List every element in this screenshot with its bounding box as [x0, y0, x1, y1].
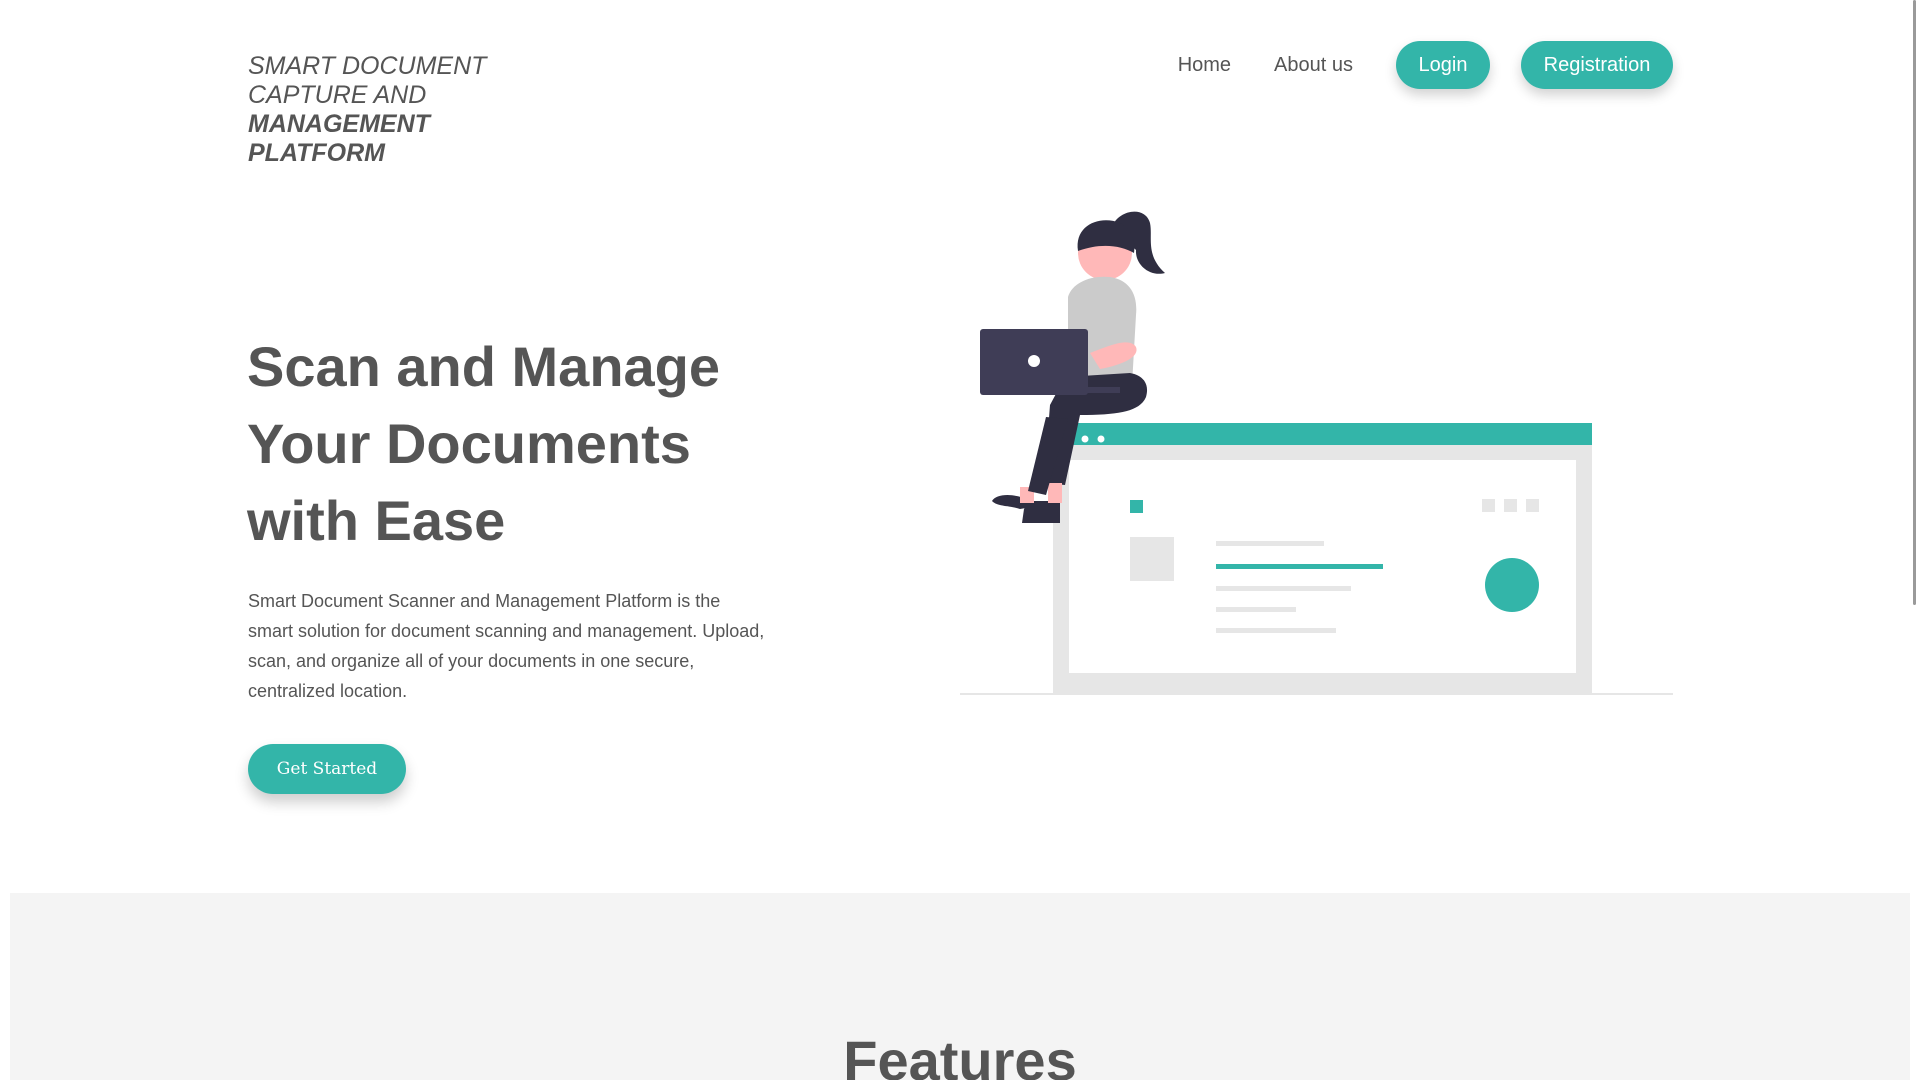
browser-window-graphic [1053, 423, 1592, 694]
nav-about-link[interactable]: About us [1274, 54, 1353, 77]
scrollbar-thumb[interactable] [1913, 0, 1916, 605]
landing-page: SMART DOCUMENT CAPTURE AND MANAGEMENT PL… [0, 0, 1920, 1080]
brand-line-3: MANAGEMENT [248, 110, 430, 138]
hero-illustration [960, 211, 1673, 695]
hero-title: Scan and Manage Your Documents with Ease [247, 328, 807, 559]
nav-home-link[interactable]: Home [1178, 54, 1231, 77]
features-title: Features [843, 1029, 1077, 1080]
brand-line-4: PLATFORM [248, 139, 386, 167]
brand-line-2: CAPTURE AND [248, 81, 427, 109]
features-section: Features [10, 893, 1910, 1080]
top-nav: Home About us Login Registration [1178, 40, 1673, 90]
brand-logo-text[interactable]: SMART DOCUMENT CAPTURE AND MANAGEMENT PL… [248, 52, 508, 168]
hero-title-line-3: with Ease [247, 489, 506, 552]
page-scrollbar[interactable] [1910, 0, 1920, 1080]
get-started-button[interactable]: Get Started [248, 744, 406, 794]
brand-line-1: SMART DOCUMENT [248, 52, 487, 80]
hero-title-line-2: Your Documents [247, 412, 691, 475]
registration-button[interactable]: Registration [1521, 41, 1673, 89]
hero-description: Smart Document Scanner and Management Pl… [248, 591, 765, 701]
login-button[interactable]: Login [1396, 41, 1490, 89]
hero-title-line-1: Scan and Manage [247, 335, 721, 398]
